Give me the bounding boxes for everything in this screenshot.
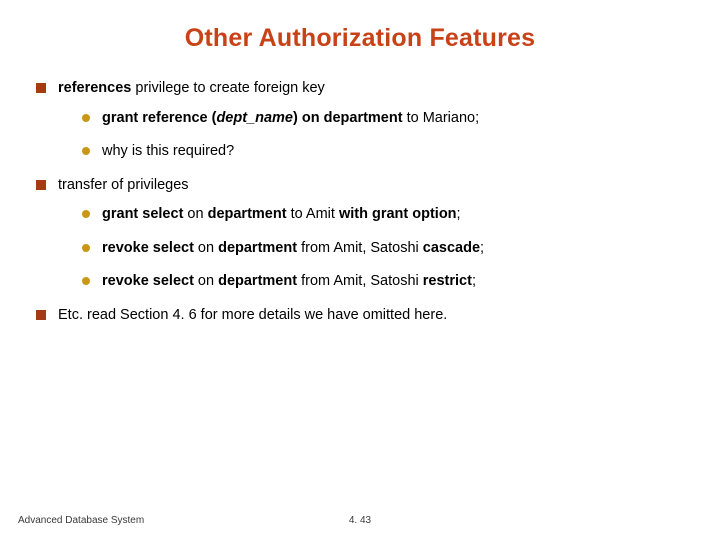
text: to Mariano; xyxy=(403,110,480,126)
text: on xyxy=(194,273,218,289)
bullet-item: transfer of privileges xyxy=(36,176,692,196)
sub-bullet-item: grant select on department to Amit with … xyxy=(82,205,692,225)
disc-bullet-icon xyxy=(82,210,90,218)
sub-list: grant select on department to Amit with … xyxy=(82,205,692,292)
text-bold: revoke select xyxy=(102,240,194,256)
text-bold: revoke select xyxy=(102,273,194,289)
text-bold: department xyxy=(218,273,297,289)
slide-content: references privilege to create foreign k… xyxy=(0,53,720,326)
text: from Amit, Satoshi xyxy=(297,273,423,289)
text: privilege to create foreign key xyxy=(131,80,324,96)
square-bullet-icon xyxy=(36,83,46,93)
footer-page-number: 4. 43 xyxy=(349,515,371,526)
text-bold: department xyxy=(218,240,297,256)
sub-bullet-text: revoke select on department from Amit, S… xyxy=(102,239,484,259)
text: to Amit xyxy=(287,206,339,222)
bullet-text: references privilege to create foreign k… xyxy=(58,79,325,99)
text: ; xyxy=(480,240,484,256)
sub-bullet-text: grant reference (dept_name) on departmen… xyxy=(102,109,479,129)
text-bold: grant reference ( xyxy=(102,110,216,126)
disc-bullet-icon xyxy=(82,114,90,122)
sub-bullet-text: why is this required? xyxy=(102,142,234,162)
bullet-text: transfer of privileges xyxy=(58,176,189,196)
bullet-item: Etc. read Section 4. 6 for more details … xyxy=(36,306,692,326)
bullet-item: references privilege to create foreign k… xyxy=(36,79,692,99)
text-bold-italic: dept_name xyxy=(216,110,293,126)
text: from Amit, Satoshi xyxy=(297,240,423,256)
sub-bullet-item: revoke select on department from Amit, S… xyxy=(82,239,692,259)
text-bold: cascade xyxy=(423,240,480,256)
slide-title: Other Authorization Features xyxy=(0,0,720,53)
square-bullet-icon xyxy=(36,180,46,190)
text: ; xyxy=(457,206,461,222)
text-bold: with grant option xyxy=(339,206,457,222)
sub-bullet-item: grant reference (dept_name) on departmen… xyxy=(82,109,692,129)
sub-list: grant reference (dept_name) on departmen… xyxy=(82,109,692,162)
sub-bullet-item: why is this required? xyxy=(82,142,692,162)
bullet-text: Etc. read Section 4. 6 for more details … xyxy=(58,306,447,326)
disc-bullet-icon xyxy=(82,147,90,155)
text-bold: references xyxy=(58,80,131,96)
disc-bullet-icon xyxy=(82,244,90,252)
sub-bullet-text: grant select on department to Amit with … xyxy=(102,205,461,225)
text: ; xyxy=(472,273,476,289)
disc-bullet-icon xyxy=(82,277,90,285)
sub-bullet-text: revoke select on department from Amit, S… xyxy=(102,272,476,292)
text-bold: department xyxy=(208,206,287,222)
text-bold: grant select xyxy=(102,206,183,222)
text-bold: restrict xyxy=(423,273,472,289)
square-bullet-icon xyxy=(36,310,46,320)
footer-left: Advanced Database System xyxy=(18,515,144,526)
text: on xyxy=(183,206,207,222)
text: on xyxy=(194,240,218,256)
text-bold: ) on department xyxy=(293,110,403,126)
sub-bullet-item: revoke select on department from Amit, S… xyxy=(82,272,692,292)
